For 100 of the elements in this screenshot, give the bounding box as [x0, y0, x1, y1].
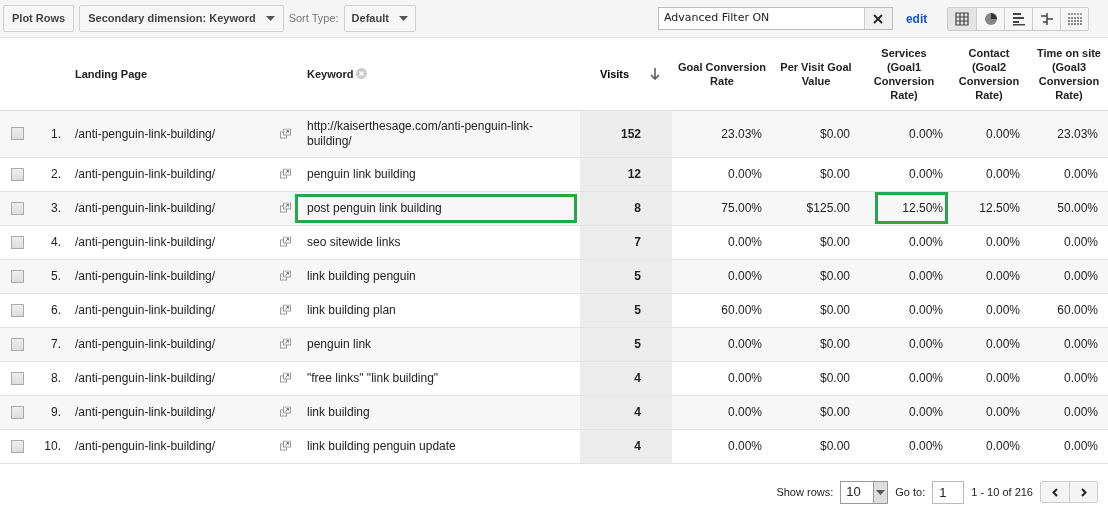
metric-cell-text: $0.00: [818, 404, 851, 421]
sort-descending-icon[interactable]: [650, 67, 660, 80]
metric-cell-text: 0.00%: [984, 166, 1021, 183]
column-header[interactable]: Visits: [600, 66, 630, 81]
metric-cell-text: 0.00%: [1062, 336, 1099, 353]
row-checkbox[interactable]: [11, 405, 24, 419]
external-link-icon[interactable]: [280, 406, 291, 418]
metric-cell-text: 4: [633, 404, 642, 421]
row-number: 10.: [44, 439, 61, 453]
filter-input[interactable]: Advanced Filter ON: [658, 10, 864, 27]
metric-cell-text: 0.00%: [1062, 234, 1099, 251]
row-number: 6.: [51, 303, 61, 317]
keyword-cell-text: penguin link building: [306, 165, 417, 183]
go-to-label: Go to:: [895, 484, 926, 500]
keyword-cell-text: penguin link: [306, 335, 373, 353]
row-number: 3.: [51, 201, 61, 215]
metric-cell-text: 0.00%: [1062, 370, 1099, 387]
pie-chart-icon: [983, 11, 998, 26]
clear-filter-button[interactable]: [863, 8, 892, 29]
row-checkbox[interactable]: [11, 201, 24, 215]
metric-cell-text: 0.00%: [907, 438, 944, 455]
row-checkbox[interactable]: [11, 371, 24, 385]
metric-cell-text: 0.00%: [984, 125, 1021, 143]
edit-link[interactable]: edit: [905, 9, 928, 28]
column-header[interactable]: Time on site (Goal3 Conversion Rate): [1035, 45, 1103, 102]
view-toggle[interactable]: [1060, 7, 1089, 30]
metric-cell-text: 12: [626, 166, 642, 183]
page-number-field[interactable]: 1: [932, 480, 965, 504]
metric-cell-text: 0.00%: [1062, 166, 1099, 183]
external-link-icon[interactable]: [280, 236, 291, 248]
metric-cell-text: 4: [633, 370, 642, 387]
external-link-icon[interactable]: [280, 338, 291, 350]
metric-cell-text: 0.00%: [907, 404, 944, 421]
external-link-icon[interactable]: [280, 372, 291, 384]
metric-cell-text: 7: [633, 234, 642, 251]
metric-cell-text: 0.00%: [1062, 404, 1099, 421]
row-number: 5.: [51, 269, 61, 283]
external-link-icon[interactable]: [280, 270, 291, 282]
row-number: 4.: [51, 235, 61, 249]
metric-cell-text: 75.00%: [720, 200, 763, 217]
landing-page-cell-text: /anti-penguin-link-building/: [74, 438, 217, 455]
keyword-cell: post penguin link building: [295, 193, 577, 223]
view-toggle[interactable]: [948, 7, 977, 30]
caret-icon: [265, 16, 275, 21]
metric-cell-text: 0.00%: [1062, 268, 1099, 285]
column-header[interactable]: Per Visit Goal Value: [777, 59, 855, 88]
landing-page-cell-text: /anti-penguin-link-building/: [74, 404, 217, 421]
metric-cell-text: 8: [633, 200, 642, 217]
row-checkbox[interactable]: [11, 303, 24, 317]
metric-cell-text: 0.00%: [984, 438, 1021, 455]
row-number: 7.: [51, 337, 61, 351]
metric-cell-text: 50.00%: [1056, 200, 1099, 217]
landing-page-cell-text: /anti-penguin-link-building/: [74, 125, 217, 143]
plot-rows-button[interactable]: Plot Rows: [3, 5, 75, 32]
rows-per-page-select[interactable]: 10: [840, 480, 889, 504]
column-header[interactable]: Goal Conversion Rate: [677, 59, 767, 88]
metric-cell-text: 0.00%: [726, 166, 763, 183]
row-checkbox[interactable]: [11, 337, 24, 351]
keyword-cell-text: link building plan: [306, 301, 397, 319]
metric-cell-text: 0.00%: [726, 336, 763, 353]
landing-page-cell-text: /anti-penguin-link-building/: [74, 302, 217, 319]
external-link-icon[interactable]: [280, 304, 291, 316]
metric-cell-text: 0.00%: [1062, 438, 1099, 455]
metric-cell-text: 0.00%: [726, 438, 763, 455]
metric-cell-text: 0.00%: [726, 370, 763, 387]
column-header[interactable]: Keyword: [307, 66, 368, 81]
row-checkbox[interactable]: [11, 269, 24, 283]
metric-cell-text: 0.00%: [984, 404, 1021, 421]
metric-cell-text: 4: [633, 438, 642, 455]
column-header[interactable]: Services (Goal1 Conversion Rate): [865, 45, 943, 102]
page-range: 1 - 10 of 216: [971, 484, 1033, 500]
metric-cell-text: 0.00%: [907, 336, 944, 353]
landing-page-cell-text: /anti-penguin-link-building/: [74, 166, 217, 183]
filter-field[interactable]: Advanced Filter ON: [657, 7, 893, 30]
pivot-icon: [1066, 11, 1083, 26]
metric-cell-text: 0.00%: [907, 370, 944, 387]
external-link-icon[interactable]: [280, 440, 291, 452]
sort-type-label: Sort Type:: [288, 11, 339, 27]
show-rows-label: Show rows:: [776, 484, 834, 500]
close-icon: [873, 13, 884, 24]
keyword-cell-text: link building penguin update: [306, 437, 457, 455]
metric-cell: 12.50%: [875, 192, 948, 224]
row-checkbox[interactable]: [11, 167, 24, 181]
row-checkbox[interactable]: [11, 235, 24, 249]
chevron-right-icon: [1080, 487, 1087, 497]
keyword-cell-text: link building penguin: [306, 267, 417, 285]
external-link-icon[interactable]: [280, 168, 291, 180]
row-checkbox[interactable]: [11, 439, 24, 453]
metric-cell-text: 5: [633, 336, 642, 353]
row-checkbox[interactable]: [11, 127, 24, 140]
landing-page-cell-text: /anti-penguin-link-building/: [74, 268, 217, 285]
metric-cell-text: 0.00%: [984, 234, 1021, 251]
sort-type-dropdown[interactable]: Default: [343, 5, 416, 32]
metric-cell-text: 0.00%: [907, 302, 944, 319]
external-link-icon[interactable]: [280, 202, 291, 214]
column-header[interactable]: Contact (Goal2 Conversion Rate): [953, 45, 1025, 102]
caret-icon: [876, 489, 886, 495]
secondary-dimension-dropdown[interactable]: Secondary dimension: Keyword: [79, 5, 284, 32]
external-link-icon[interactable]: [280, 128, 291, 139]
column-header[interactable]: Landing Page: [75, 66, 148, 81]
